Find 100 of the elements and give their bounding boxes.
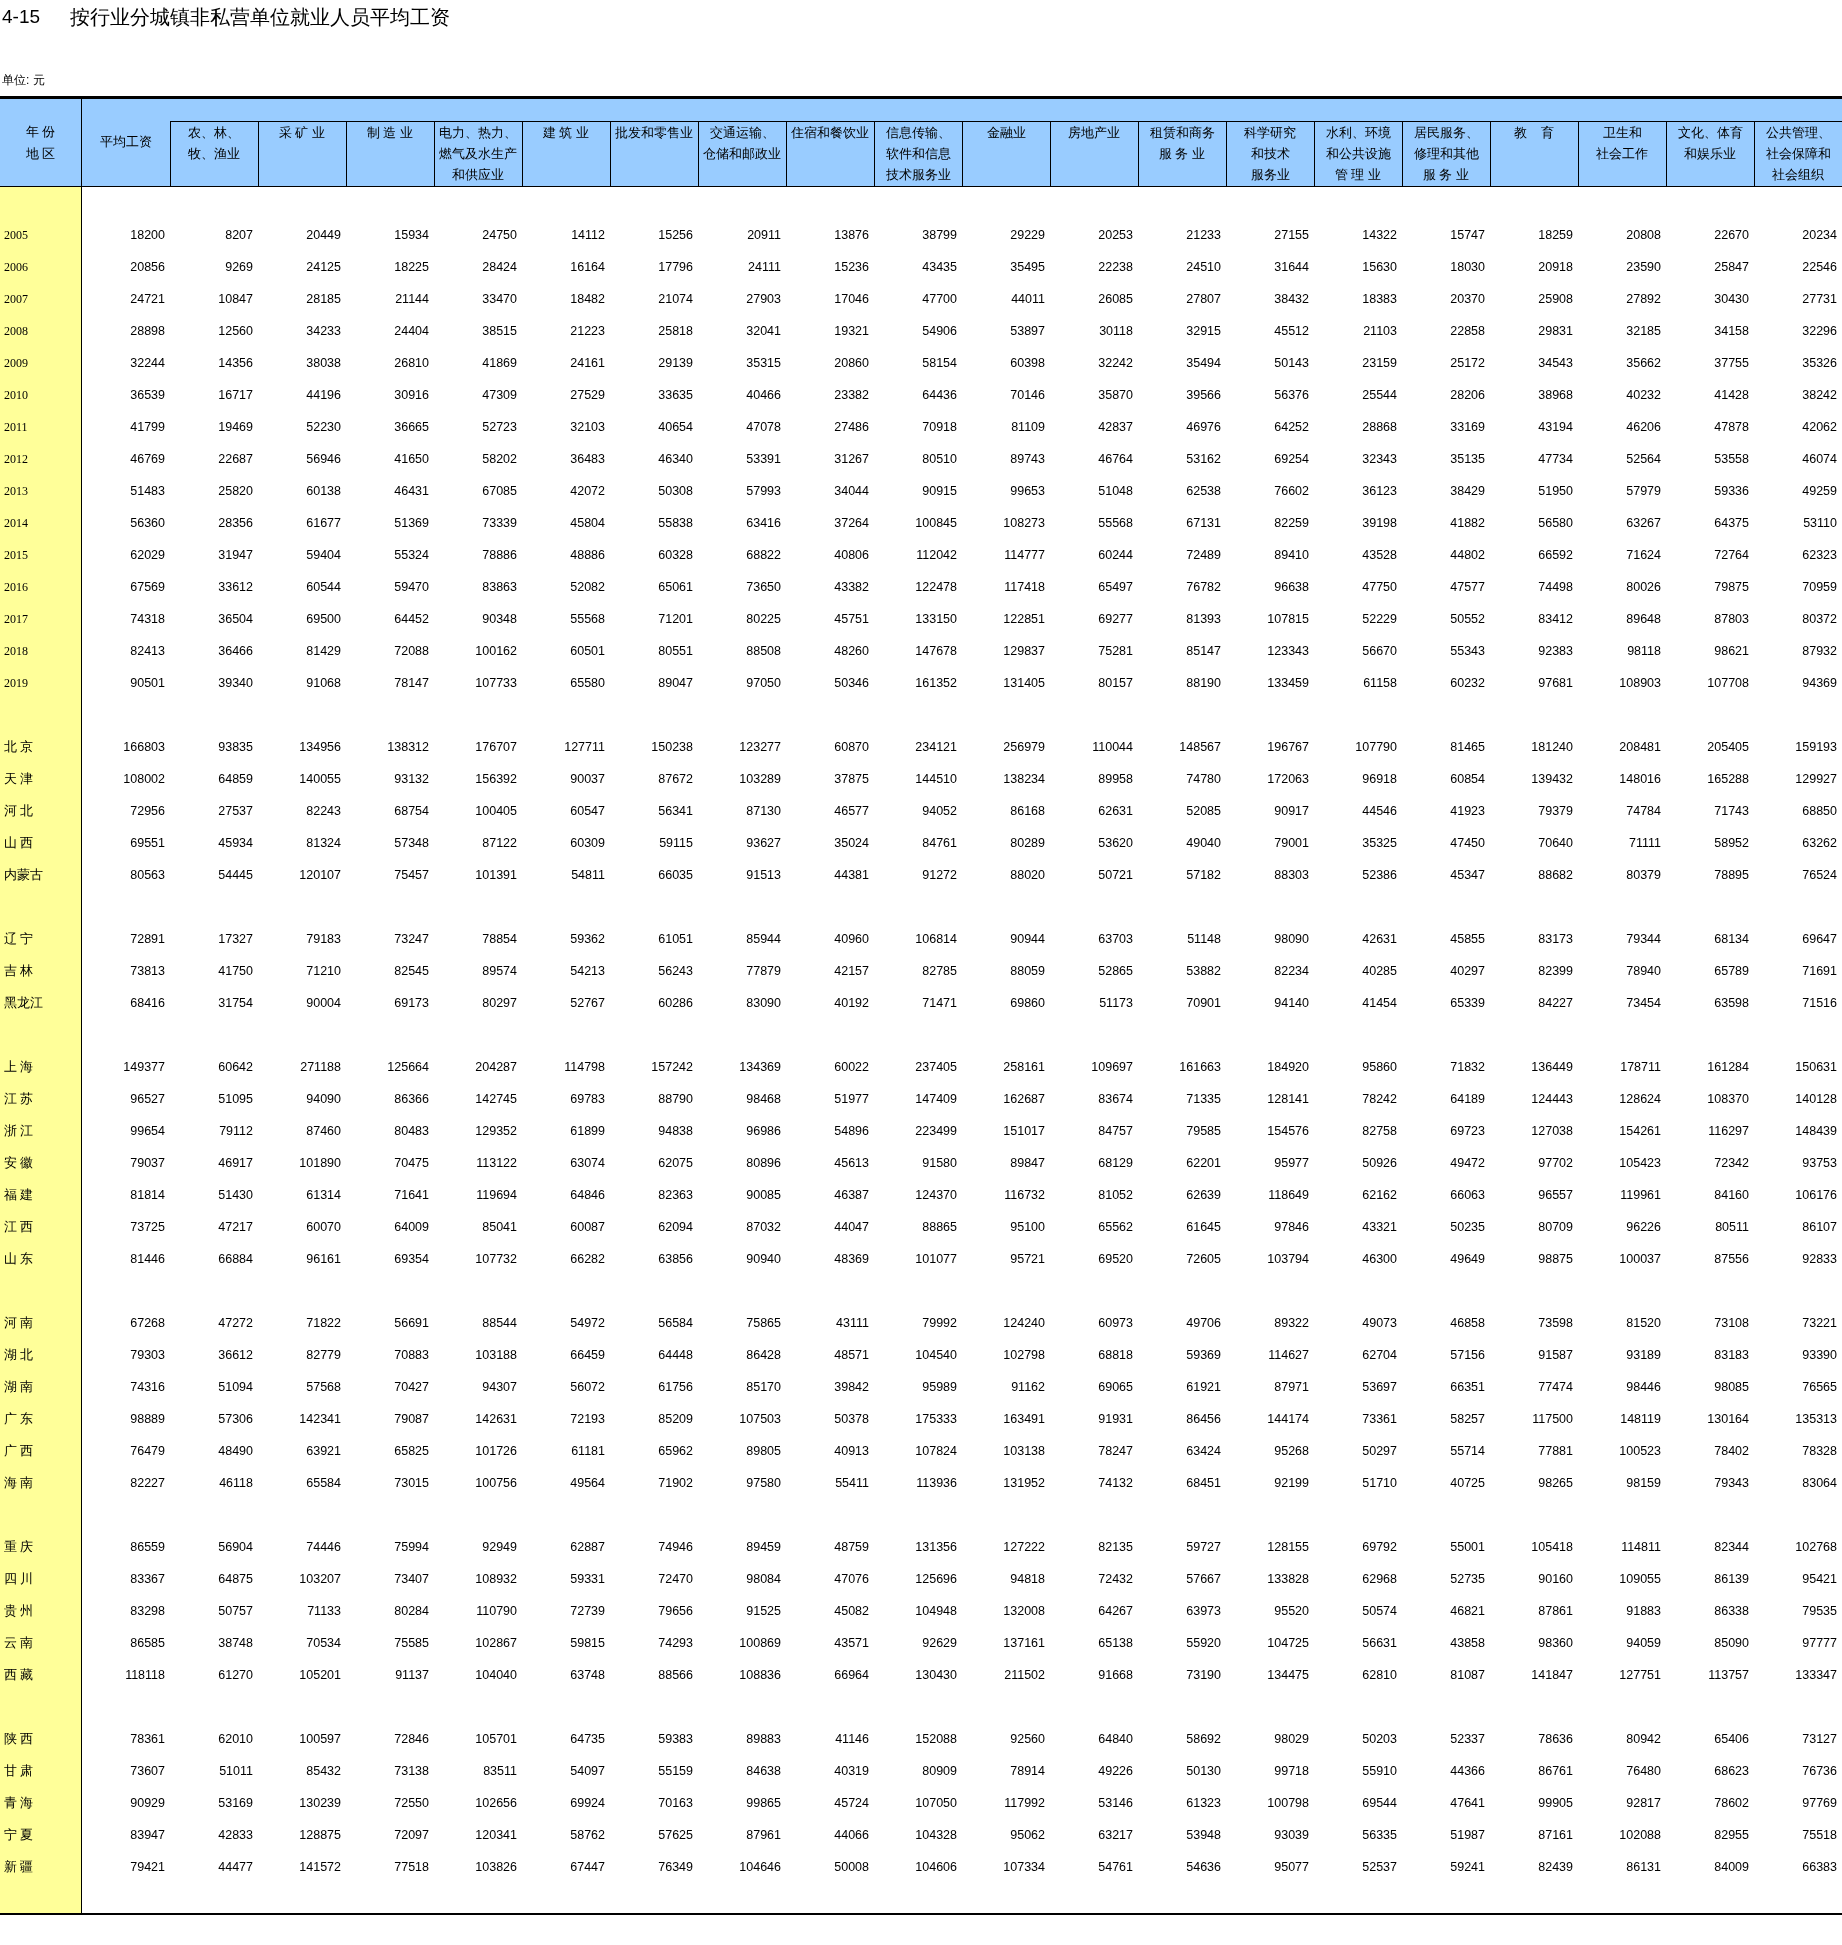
table-cell-text: 98875: [1537, 1251, 1574, 1268]
table-cell-text: 62538: [1185, 483, 1222, 500]
table-cell-text: 16164: [569, 259, 606, 276]
table-cell-text: 36483: [569, 451, 606, 468]
table-cell-text: 58257: [1449, 1411, 1486, 1428]
table-cell-text: 79656: [657, 1603, 694, 1620]
column-header: 农、林、: [187, 125, 241, 142]
table-cell-text: 94838: [657, 1123, 694, 1140]
table-cell-text: 86338: [1713, 1603, 1750, 1620]
table-cell: 86585: [81, 1627, 170, 1659]
table-cell-text: 59727: [1185, 1539, 1222, 1556]
table-cell-text: 53620: [1097, 835, 1134, 852]
table-cell-text: 46431: [393, 483, 430, 500]
table-cell-text: 71624: [1625, 547, 1662, 564]
table-cell-text: 84227: [1537, 995, 1574, 1012]
table-cell-text: 50757: [217, 1603, 254, 1620]
table-cell-text: 61899: [569, 1123, 606, 1140]
table-cell-text: 52386: [1361, 867, 1398, 884]
table-cell-text: 161352: [914, 675, 958, 692]
table-cell-text: 72605: [1185, 1251, 1222, 1268]
table-cell-text: 58202: [481, 451, 518, 468]
table-cell-text: 90917: [1273, 803, 1310, 820]
table-cell-text: 59470: [393, 579, 430, 596]
table-cell-text: 106814: [914, 931, 958, 948]
table-cell-text: 25847: [1713, 259, 1750, 276]
table-cell: 24721: [81, 283, 170, 315]
table-cell-text: 15256: [657, 227, 694, 244]
table-cell-text: 211502: [1003, 1667, 1046, 1684]
table-cell-text: 47272: [217, 1315, 254, 1332]
table-cell-text: 108903: [1618, 675, 1662, 692]
table-cell-text: 81109: [1010, 419, 1046, 436]
table-cell-text: 70883: [393, 1347, 430, 1364]
table-cell-text: 82135: [1097, 1539, 1134, 1556]
table-cell-text: 29139: [657, 355, 694, 372]
table-cell-text: 59815: [569, 1635, 606, 1652]
table-cell-text: 79183: [305, 931, 342, 948]
table-cell-text: 22670: [1713, 227, 1750, 244]
row-label: 2017: [0, 603, 81, 635]
table-cell-text: 237405: [914, 1059, 958, 1076]
table-cell-text: 20911: [746, 227, 782, 244]
table-cell-text: 28424: [481, 259, 518, 276]
table-cell-text: 37264: [833, 515, 870, 532]
table-cell-text: 53948: [1185, 1827, 1222, 1844]
table-cell-text: 128875: [298, 1827, 342, 1844]
table-cell-text: 104948: [914, 1603, 958, 1620]
table-cell-text: 56691: [393, 1315, 430, 1332]
table-cell-text: 55714: [1449, 1443, 1486, 1460]
table-cell-text: 107824: [914, 1443, 958, 1460]
table-cell-text: 65562: [1097, 1219, 1134, 1236]
table-cell-text: 84761: [921, 835, 958, 852]
table-cell-text: 57625: [657, 1827, 694, 1844]
table-cell-text: 56904: [217, 1539, 254, 1556]
table-cell-text: 79001: [1273, 835, 1310, 852]
table-cell-text: 175333: [914, 1411, 958, 1428]
table-cell-text: 20234: [1801, 227, 1838, 244]
table-cell-text: 271188: [299, 1059, 342, 1076]
table-cell-text: 17796: [657, 259, 694, 276]
table-cell-text: 60547: [569, 803, 606, 820]
table-cell-text: 223499: [914, 1123, 958, 1140]
table-cell: 83298: [81, 1595, 170, 1627]
table-cell-text: 92560: [1009, 1731, 1046, 1748]
table-cell-text: 52564: [1625, 451, 1662, 468]
table-cell-text: 80483: [393, 1123, 430, 1140]
table-cell-text: 41146: [834, 1731, 870, 1748]
table-cell-text: 98085: [1713, 1379, 1750, 1396]
table-cell-text: 75457: [393, 867, 430, 884]
table-cell-text: 51173: [1098, 995, 1134, 1012]
table-cell-text: 176707: [474, 739, 518, 756]
table-cell-text: 50143: [1273, 355, 1310, 372]
row-label: 湖 北: [0, 1339, 81, 1371]
table-cell-text: 64875: [217, 1571, 254, 1588]
table-cell-text: 104725: [1266, 1635, 1310, 1652]
table-cell-text: 138312: [386, 739, 430, 756]
table-cell-text: 60138: [305, 483, 342, 500]
table-cell-text: 73015: [393, 1475, 430, 1492]
table-cell-text: 13876: [833, 227, 870, 244]
table-cell-text: 91513: [745, 867, 782, 884]
column-header: 文化、体育: [1676, 125, 1744, 142]
table-cell-text: 59404: [305, 547, 342, 564]
table-cell-text: 82955: [1713, 1827, 1750, 1844]
table-cell-text: 53391: [745, 451, 782, 468]
table-cell-text: 69723: [1449, 1123, 1486, 1140]
table-cell-text: 95100: [1009, 1219, 1046, 1236]
table-cell-text: 57667: [1185, 1571, 1222, 1588]
table-cell-text: 133828: [1266, 1571, 1310, 1588]
row-label: 2006: [0, 251, 81, 283]
table-cell-text: 73138: [393, 1763, 430, 1780]
table-cell-text: 256979: [1002, 739, 1046, 756]
table-cell-text: 117500: [1531, 1411, 1574, 1428]
table-cell-text: 36123: [1361, 483, 1398, 500]
table-cell-text: 71691: [1801, 963, 1838, 980]
table-cell-text: 82545: [393, 963, 430, 980]
table-cell-text: 78636: [1537, 1731, 1574, 1748]
table-cell-text: 98029: [1273, 1731, 1310, 1748]
table-cell-text: 65789: [1713, 963, 1750, 980]
table-cell-text: 80289: [1009, 835, 1046, 852]
table-cell-text: 46821: [1449, 1603, 1486, 1620]
table-cell-text: 79344: [1625, 931, 1662, 948]
table-cell-text: 127038: [1530, 1123, 1574, 1140]
table-cell-text: 38748: [217, 1635, 254, 1652]
